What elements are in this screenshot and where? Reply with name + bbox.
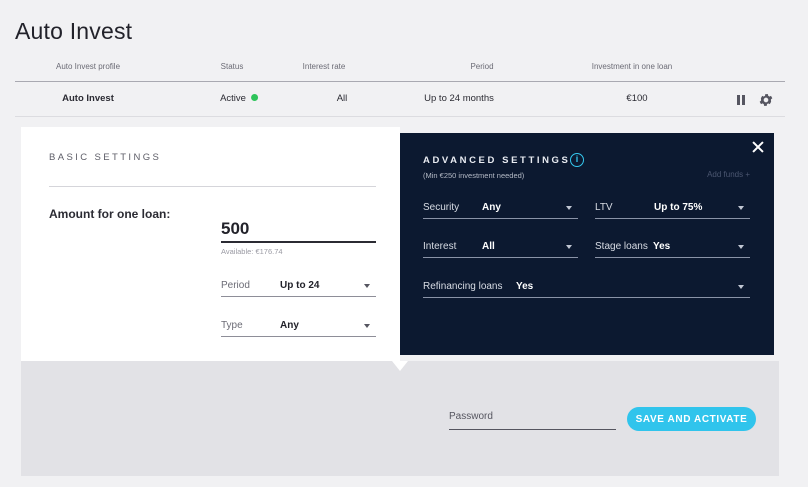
pause-icon[interactable] (737, 95, 745, 105)
chevron-down-icon (738, 245, 744, 249)
password-input[interactable]: Password (449, 411, 493, 422)
chevron-down-icon (364, 324, 370, 328)
period-value: Up to 24 months (424, 93, 494, 104)
col-header-investment: Investment in one loan (591, 62, 673, 71)
stage-loans-selected: Yes (653, 241, 671, 252)
refinancing-loans-select[interactable]: Refinancing loans Yes (423, 276, 750, 298)
divider (49, 186, 376, 187)
chevron-down-icon (364, 284, 370, 288)
type-select[interactable]: Type Any (221, 315, 376, 337)
advanced-settings-subtitle: (Min €250 investment needed) (423, 171, 525, 180)
stage-loans-label: Stage loans (595, 241, 648, 252)
col-header-interest: Interest rate (302, 62, 346, 71)
add-funds-link[interactable]: Add funds + (707, 170, 750, 179)
amount-input[interactable]: 500 (221, 219, 249, 239)
col-header-profile: Auto Invest profile (55, 62, 121, 71)
security-selected: Any (482, 202, 501, 213)
status-text: Active (220, 93, 246, 104)
period-label: Period (221, 280, 250, 291)
period-selected: Up to 24 (280, 280, 320, 291)
investment-value: €100 (626, 93, 648, 104)
amount-input-underline (221, 241, 376, 243)
col-header-period: Period (470, 62, 494, 71)
available-balance: Available: €176.74 (221, 247, 283, 256)
security-label: Security (423, 202, 460, 213)
ltv-selected: Up to 75% (654, 202, 703, 213)
basic-settings-panel: BASIC SETTINGS Amount for one loan: 500 … (21, 127, 400, 361)
stage-loans-select[interactable]: Stage loans Yes (595, 236, 750, 258)
interest-selected: All (482, 241, 495, 252)
chevron-down-icon (738, 206, 744, 210)
chevron-down-icon (566, 206, 572, 210)
amount-label: Amount for one loan: (49, 207, 171, 221)
ltv-select[interactable]: LTV Up to 75% (595, 197, 750, 219)
security-select[interactable]: Security Any (423, 197, 578, 219)
status-badge: Active (220, 93, 258, 104)
advanced-settings-heading: ADVANCED SETTINGS (423, 155, 571, 166)
gear-icon[interactable] (758, 92, 774, 108)
type-label: Type (221, 320, 243, 331)
page-title: Auto Invest (15, 18, 133, 44)
table-header: Auto Invest profile Status Interest rate… (15, 58, 785, 82)
type-selected: Any (280, 320, 299, 331)
status-dot-icon (250, 94, 258, 101)
table-row[interactable]: Auto Invest Active All Up to 24 months €… (15, 83, 785, 117)
panel-pointer (392, 361, 408, 371)
password-underline (449, 429, 616, 430)
chevron-down-icon (738, 285, 744, 289)
basic-settings-heading: BASIC SETTINGS (49, 152, 162, 163)
period-select[interactable]: Period Up to 24 (221, 275, 376, 297)
close-icon[interactable] (752, 141, 764, 153)
refinancing-loans-label: Refinancing loans (423, 281, 503, 292)
save-and-activate-button[interactable]: SAVE AND ACTIVATE (627, 407, 756, 431)
refinancing-loans-selected: Yes (516, 281, 534, 292)
col-header-status: Status (220, 62, 244, 71)
interest-label: Interest (423, 241, 457, 252)
action-area: Password SAVE AND ACTIVATE (21, 361, 779, 476)
profile-name: Auto Invest (62, 93, 114, 104)
ltv-label: LTV (595, 202, 613, 213)
chevron-down-icon (566, 245, 572, 249)
advanced-settings-panel: ADVANCED SETTINGS i (Min €250 investment… (400, 133, 774, 355)
info-icon[interactable]: i (570, 153, 584, 167)
interest-select[interactable]: Interest All (423, 236, 578, 258)
interest-rate-value: All (336, 93, 348, 104)
